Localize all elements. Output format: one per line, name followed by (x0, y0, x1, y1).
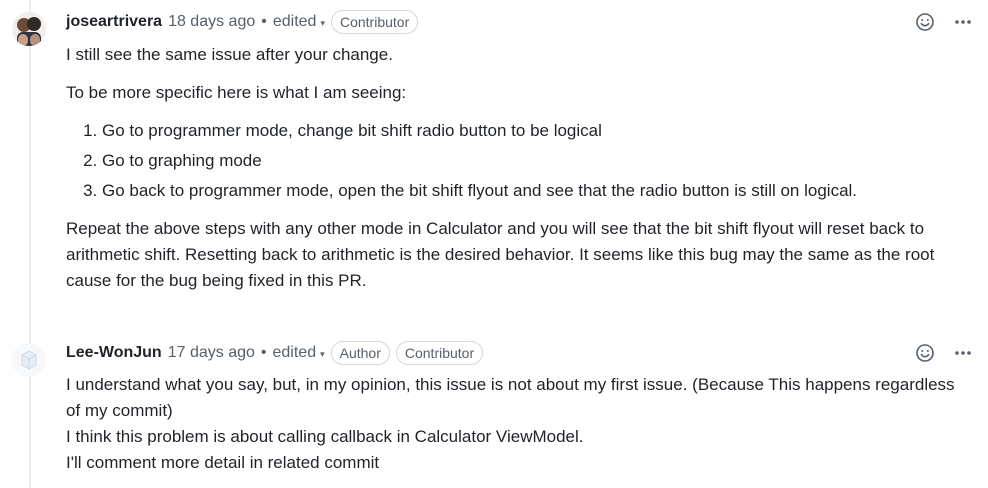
comment-header: Lee-WonJun 17 days ago • edited ▾ Author… (66, 340, 976, 366)
separator: • (260, 344, 267, 361)
comment-actions (914, 11, 976, 33)
smiley-icon (916, 13, 934, 31)
smiley-icon[interactable] (914, 11, 936, 33)
avatar[interactable] (12, 343, 46, 377)
avatar[interactable] (12, 12, 46, 46)
chevron-down-icon: ▾ (320, 348, 325, 359)
separator: • (261, 13, 267, 30)
edited-label: edited (272, 13, 317, 30)
comment-header: joseartrivera 18 days ago • edited ▾ Con… (66, 9, 976, 35)
smiley-icon (916, 344, 934, 362)
kebab-horizontal-icon (955, 351, 971, 355)
avatar-photo-icon (12, 12, 46, 46)
comment-body: I still see the same issue after your ch… (66, 42, 968, 294)
author-badge: Author (330, 341, 390, 365)
author-name[interactable]: joseartrivera (66, 13, 162, 31)
steps-list: Go to programmer mode, change bit shift … (66, 118, 968, 204)
list-item: Go to programmer mode, change bit shift … (102, 118, 968, 144)
comment-actions (914, 342, 976, 364)
contributor-badge: Contributor (330, 10, 419, 34)
chevron-down-icon: ▾ (320, 17, 325, 28)
timeline-line (29, 0, 31, 488)
edited-dropdown[interactable]: edited ▾ (273, 13, 325, 31)
edited-label: edited (272, 344, 317, 361)
paragraph: I still see the same issue after your ch… (66, 45, 393, 64)
list-item: Go to graphing mode (102, 148, 968, 174)
paragraph: Repeat the above steps with any other mo… (66, 219, 935, 290)
comment-body: I understand what you say, but, in my op… (66, 372, 968, 476)
paragraph: To be more specific here is what I am se… (66, 83, 407, 102)
identicon-icon (12, 343, 46, 377)
timestamp[interactable]: 18 days ago (168, 13, 255, 31)
kebab-horizontal-icon (955, 20, 971, 24)
smiley-icon[interactable] (914, 342, 936, 364)
timestamp[interactable]: 17 days ago (168, 344, 255, 362)
contributor-badge: Contributor (395, 341, 484, 365)
author-name[interactable]: Lee-WonJun (66, 344, 162, 362)
list-item: Go back to programmer mode, open the bit… (102, 178, 968, 204)
kebab-horizontal-icon[interactable] (952, 342, 974, 364)
kebab-horizontal-icon[interactable] (952, 11, 974, 33)
paragraph: I'll comment more detail in related comm… (66, 453, 380, 472)
paragraph: I understand what you say, but, in my op… (66, 375, 955, 420)
edited-dropdown[interactable]: edited ▾ (273, 344, 325, 362)
paragraph: I think this problem is about calling ca… (66, 427, 584, 446)
